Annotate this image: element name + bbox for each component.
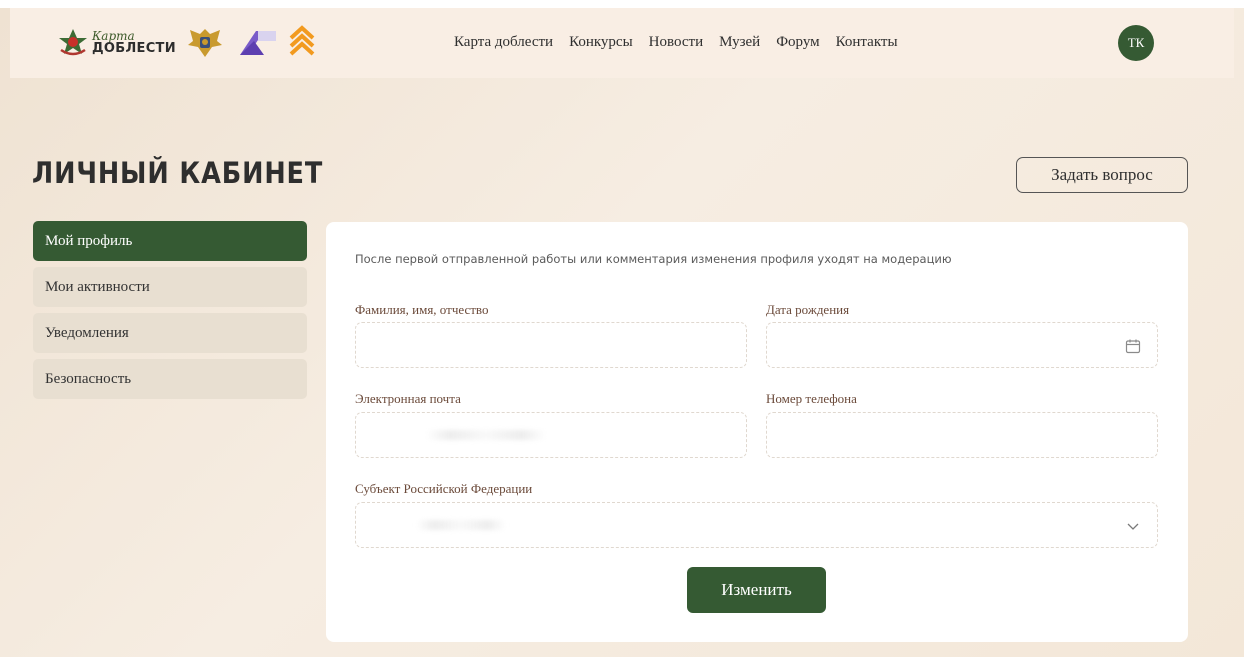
full-name-input[interactable] bbox=[355, 322, 747, 368]
profile-sidebar: Мой профиль Мои активности Уведомления Б… bbox=[33, 221, 307, 399]
star-emblem-icon bbox=[59, 29, 87, 56]
birth-date-input[interactable] bbox=[766, 322, 1158, 368]
profile-form-card: После первой отправленной работы или ком… bbox=[326, 222, 1188, 642]
full-name-label: Фамилия, имя, отчество bbox=[355, 302, 489, 317]
logo-script-text: Карта bbox=[92, 28, 135, 43]
sidebar-item-my-activities[interactable]: Мои активности bbox=[33, 267, 307, 307]
main-nav: Карта доблести Конкурсы Новости Музей Фо… bbox=[454, 34, 898, 51]
nav-novosti[interactable]: Новости bbox=[649, 34, 703, 51]
sidebar-item-security[interactable]: Безопасность bbox=[33, 359, 307, 399]
nav-muzey[interactable]: Музей bbox=[719, 34, 760, 51]
region-label: Субъект Российской Федерации bbox=[355, 481, 533, 496]
karta-doblesti-logo[interactable]: Карта ДОБЛЕСТИ bbox=[58, 28, 176, 56]
save-changes-button[interactable]: Изменить bbox=[687, 567, 826, 613]
chevron-down-icon[interactable] bbox=[1125, 518, 1141, 534]
ribbon-logo-icon[interactable] bbox=[234, 27, 278, 57]
phone-label: Номер телефона bbox=[766, 391, 857, 406]
ask-question-button[interactable]: Задать вопрос bbox=[1016, 157, 1188, 193]
calendar-icon[interactable] bbox=[1125, 338, 1141, 354]
sidebar-item-notifications[interactable]: Уведомления bbox=[33, 313, 307, 353]
email-input[interactable] bbox=[355, 412, 747, 458]
nav-konkursy[interactable]: Конкурсы bbox=[569, 34, 633, 51]
site-header: Карта ДОБЛЕСТИ Карта доблести Конкурсы Н… bbox=[10, 8, 1234, 78]
phone-input[interactable] bbox=[766, 412, 1158, 458]
logo-group: Карта ДОБЛЕСТИ bbox=[58, 22, 316, 62]
birth-date-label: Дата рождения bbox=[766, 302, 850, 317]
user-avatar[interactable]: ТК bbox=[1118, 25, 1154, 61]
nav-kontakty[interactable]: Контакты bbox=[836, 34, 898, 51]
sidebar-item-my-profile[interactable]: Мой профиль bbox=[33, 221, 307, 261]
nav-forum[interactable]: Форум bbox=[776, 34, 819, 51]
eagle-crest-icon[interactable] bbox=[186, 25, 224, 59]
email-label: Электронная почта bbox=[355, 391, 461, 406]
logo-bold-text: ДОБЛЕСТИ bbox=[92, 40, 176, 56]
email-value-redacted bbox=[426, 430, 546, 440]
moderation-notice: После первой отправленной работы или ком… bbox=[355, 252, 952, 266]
nav-karta-doblesti[interactable]: Карта доблести bbox=[454, 34, 553, 51]
region-select[interactable] bbox=[355, 502, 1158, 548]
region-value-redacted bbox=[416, 520, 506, 530]
bottom-frame bbox=[0, 657, 1244, 661]
page-title: ЛИЧНЫЙ КАБИНЕТ bbox=[32, 156, 324, 190]
chevron-rank-icon[interactable] bbox=[288, 25, 316, 59]
top-frame bbox=[0, 0, 1244, 8]
